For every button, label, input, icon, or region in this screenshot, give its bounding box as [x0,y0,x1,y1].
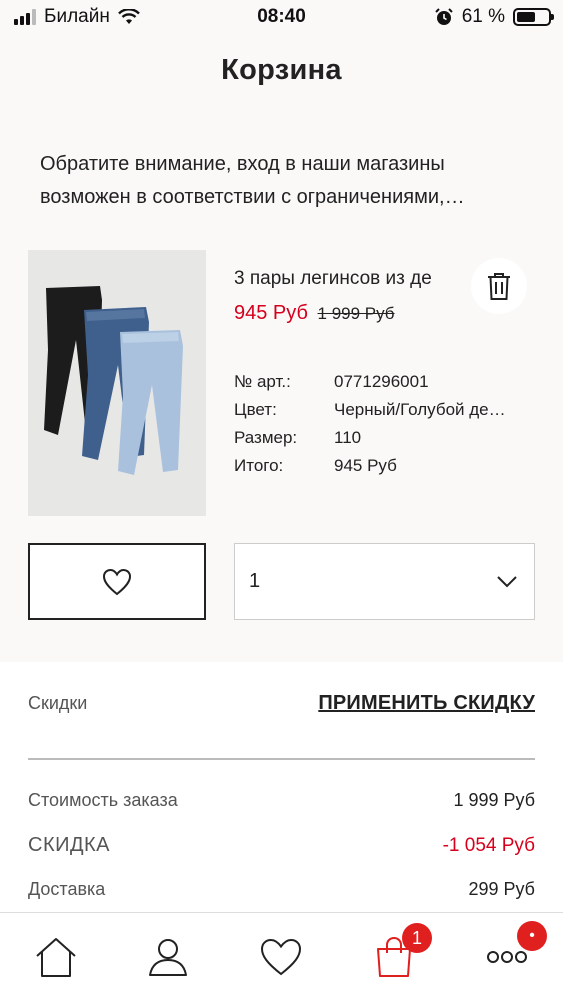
status-bar: Билайн 08:40 61 % [0,0,563,36]
order-cost-value: 1 999 Руб [453,790,535,810]
detail-label: Размер: [234,428,298,447]
tab-account[interactable] [128,913,208,1000]
remove-item-button[interactable] [471,258,527,314]
detail-label: № арт.: [234,372,291,391]
order-cost-label: Стоимость заказа [28,790,178,810]
tab-bar: 1 • [0,912,563,1000]
price-current: 945 Руб [234,302,308,324]
battery-percent: 61 % [461,6,505,27]
status-right: 61 % [434,6,554,28]
battery-fill [517,12,536,22]
tab-home[interactable] [16,913,96,1000]
trash-icon [488,273,510,300]
add-to-favorites-button[interactable] [28,543,206,620]
quantity-select[interactable]: 1 [234,543,535,620]
detail-row-article: № арт.: 0771296001 [234,368,530,396]
discounts-row: Скидки ПРИМЕНИТЬ СКИДКУ [28,692,535,715]
chevron-down-icon [497,575,517,587]
discounts-label: Скидки [28,693,88,713]
tab-favorites[interactable] [241,913,321,1000]
price-row: 945 Руб 1 999 Руб [234,302,395,325]
cart-badge: 1 [402,923,432,953]
delivery-value: 299 Руб [468,879,535,899]
detail-row-total: Итого: 945 Руб [234,452,530,480]
tab-more[interactable]: • [467,913,547,1000]
detail-row-size: Размер: 110 [234,424,530,452]
detail-value: Черный/Голубой де… [334,400,506,419]
discount-row: СКИДКА -1 054 Руб [28,834,535,857]
price-old: 1 999 Руб [317,304,395,323]
detail-value: 110 [334,428,362,447]
product-name[interactable]: 3 пары легинсов из де [234,268,470,290]
favorites-icon [260,938,302,976]
order-cost-row: Стоимость заказа 1 999 Руб [28,790,535,811]
more-icon [487,951,527,963]
divider [28,758,535,760]
product-image[interactable] [28,250,206,516]
page-title: Корзина [221,54,342,86]
detail-label: Цвет: [234,400,277,419]
order-summary: Скидки ПРИМЕНИТЬ СКИДКУ Стоимость заказа… [0,662,563,914]
detail-value: 945 Руб [334,456,397,475]
detail-row-color: Цвет: Черный/Голубой де… [234,396,530,424]
leggings-image [44,286,183,475]
apply-discount-link[interactable]: ПРИМЕНИТЬ СКИДКУ [318,692,535,715]
quantity-value: 1 [249,570,261,592]
more-badge: • [517,921,547,951]
product-details: № арт.: 0771296001 Цвет: Черный/Голубой … [234,368,530,480]
heart-icon [102,568,132,595]
delivery-label: Доставка [28,879,106,899]
tab-cart[interactable]: 1 [354,913,434,1000]
store-notice[interactable]: Обратите внимание, вход в наши магазины … [40,148,530,214]
account-icon [149,939,187,976]
discount-value: -1 054 Руб [442,834,535,856]
detail-value: 0771296001 [334,372,429,391]
alarm-icon [434,8,453,25]
delivery-row: Доставка 299 Руб [28,879,535,900]
home-icon [36,938,76,977]
discount-label: СКИДКА [28,834,111,856]
battery-icon [513,8,554,26]
detail-label: Итого: [234,456,284,475]
